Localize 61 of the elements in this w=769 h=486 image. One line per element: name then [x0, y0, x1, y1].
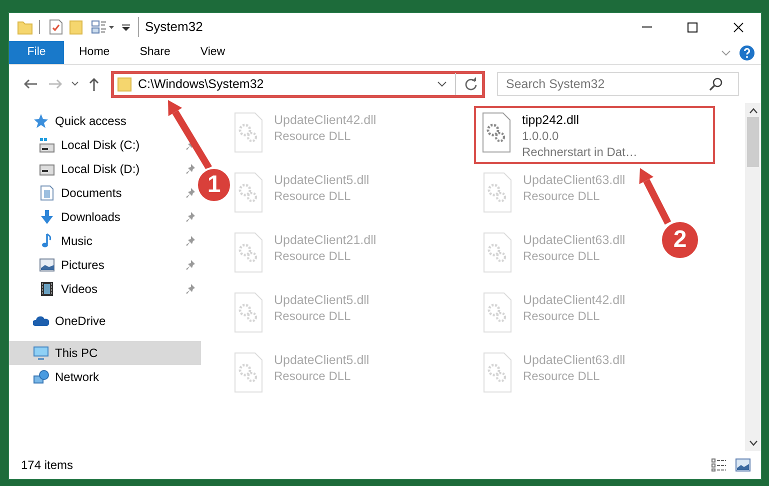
nav-item[interactable]: Downloads: [9, 205, 124, 229]
document-icon: [39, 185, 55, 201]
back-arrow-icon: [23, 77, 39, 91]
nav-item[interactable]: Local Disk (D:): [9, 157, 144, 181]
item-count: 174 items: [21, 457, 74, 474]
window-title: System32: [138, 17, 203, 37]
address-bar[interactable]: C:\Windows\System32: [111, 70, 485, 98]
maximize-icon: [686, 22, 698, 32]
dll-file-icon: [483, 292, 512, 333]
nav-item[interactable]: OneDrive: [9, 309, 201, 333]
document-check-icon: [49, 19, 63, 35]
folder-icon: [69, 19, 85, 35]
star-icon: [33, 113, 49, 129]
dll-file-icon: [234, 172, 263, 213]
nav-item[interactable]: Videos: [9, 277, 102, 301]
scrollbar[interactable]: [745, 103, 761, 451]
download-arrow-icon: [39, 209, 55, 225]
dll-file-icon: [234, 292, 263, 333]
help-icon: [739, 44, 755, 60]
picture-icon: [39, 257, 55, 273]
details-view-icon: [711, 458, 727, 472]
arrow: [639, 168, 672, 225]
network-icon: [33, 369, 49, 385]
nav-item[interactable]: Network: [9, 365, 201, 389]
dll-file-icon: [234, 232, 263, 273]
ribbon-tab[interactable]: Share: [124, 41, 186, 64]
dll-file-icon: [483, 172, 512, 213]
ribbon-tab[interactable]: Home: [64, 41, 125, 64]
large-icons-view-icon: [735, 458, 751, 472]
scroll-down-icon: [748, 439, 758, 447]
ribbon-tab[interactable]: View: [185, 41, 240, 64]
monitor-icon: [33, 345, 49, 361]
dll-file-icon: [234, 352, 263, 393]
scroll-up-icon: [748, 107, 758, 115]
dll-file-icon: [483, 232, 512, 273]
up-arrow-icon: [87, 77, 101, 91]
search-icon: [709, 77, 723, 91]
nav-item[interactable]: This PC: [9, 341, 201, 365]
nav-item[interactable]: Pictures: [9, 253, 108, 277]
nav-item[interactable]: Music: [9, 229, 96, 253]
nav-item[interactable]: Documents: [9, 181, 126, 205]
close-icon: [732, 22, 744, 32]
arrow: [168, 100, 212, 170]
drive-icon: [39, 137, 55, 153]
chevron-down-icon: [721, 50, 731, 56]
folder-icon: [117, 76, 133, 92]
view-icon: [91, 19, 115, 35]
search-field[interactable]: Search System32: [497, 72, 739, 96]
file-item[interactable]: tipp242.dll 1.0.0.0 Rechnerstart in Dat…: [474, 106, 715, 164]
scroll-thumb[interactable]: [747, 117, 759, 167]
refresh-icon: [464, 77, 478, 91]
folder-icon: [17, 19, 33, 35]
nav-item[interactable]: Quick access: [9, 109, 201, 133]
file-tab[interactable]: File: [9, 41, 64, 64]
dll-file-icon: [482, 112, 511, 153]
forward-arrow-icon: [47, 77, 63, 91]
chevron-down-icon: [437, 80, 447, 88]
dll-file-icon: [234, 112, 263, 153]
nav-item[interactable]: Local Disk (C:): [9, 133, 144, 157]
film-icon: [39, 281, 55, 297]
dll-file-icon: [483, 352, 512, 393]
